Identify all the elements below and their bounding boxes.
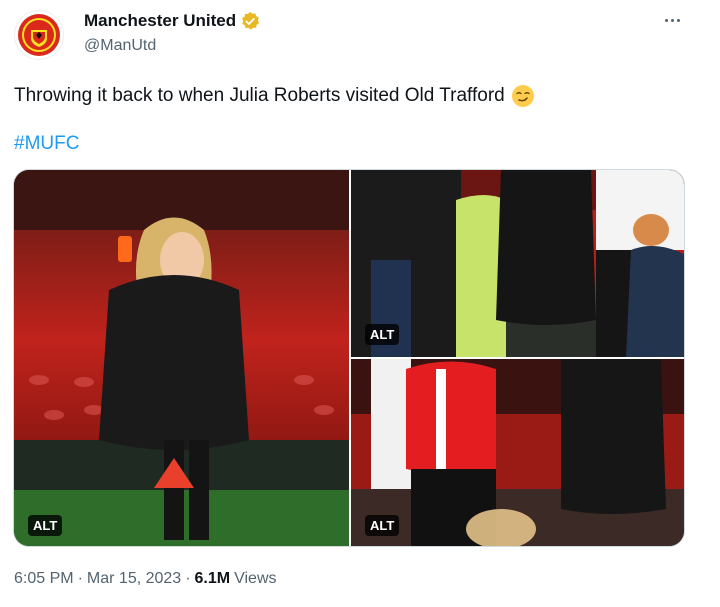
- alt-badge[interactable]: ALT: [28, 515, 63, 536]
- tweet-date[interactable]: Mar 15, 2023: [87, 570, 181, 588]
- photo-2[interactable]: ALT: [351, 170, 684, 357]
- photo-1[interactable]: ALT: [14, 170, 349, 546]
- more-options-icon[interactable]: [660, 8, 684, 32]
- tweet: Manchester United @ManUtd Throwing it ba…: [0, 0, 720, 607]
- meta-separator: ·: [185, 570, 191, 587]
- views-label: Views: [234, 570, 277, 587]
- photo-crowd-on-pitch-image: [351, 170, 684, 357]
- photo-boy-in-red-shirt-image: [351, 359, 684, 546]
- meta-separator: ·: [77, 570, 83, 587]
- tweet-meta: 6:05 PM · Mar 15, 2023 · 6.1M Views: [14, 570, 277, 588]
- media-grid: ALT ALT ALT: [13, 169, 685, 547]
- club-crest-icon: [18, 14, 60, 56]
- author-handle[interactable]: @ManUtd: [84, 37, 156, 55]
- hashtag-link[interactable]: #MUFC: [14, 133, 79, 155]
- photo-woman-filming-image: [14, 170, 349, 546]
- verified-badge-icon: [242, 11, 260, 30]
- tweet-time[interactable]: 6:05 PM: [14, 570, 74, 588]
- alt-badge[interactable]: ALT: [365, 324, 400, 345]
- smirk-emoji-icon: [511, 85, 534, 107]
- alt-badge[interactable]: ALT: [365, 515, 400, 536]
- author-display-name[interactable]: Manchester United: [84, 11, 236, 31]
- tweet-text: Throwing it back to when Julia Roberts v…: [14, 84, 535, 108]
- author-name-row: Manchester United: [84, 11, 260, 31]
- views-count: 6.1M: [194, 570, 231, 587]
- tweet-body: Throwing it back to when Julia Roberts v…: [14, 85, 505, 106]
- avatar[interactable]: [14, 10, 64, 60]
- photo-3[interactable]: ALT: [351, 359, 684, 546]
